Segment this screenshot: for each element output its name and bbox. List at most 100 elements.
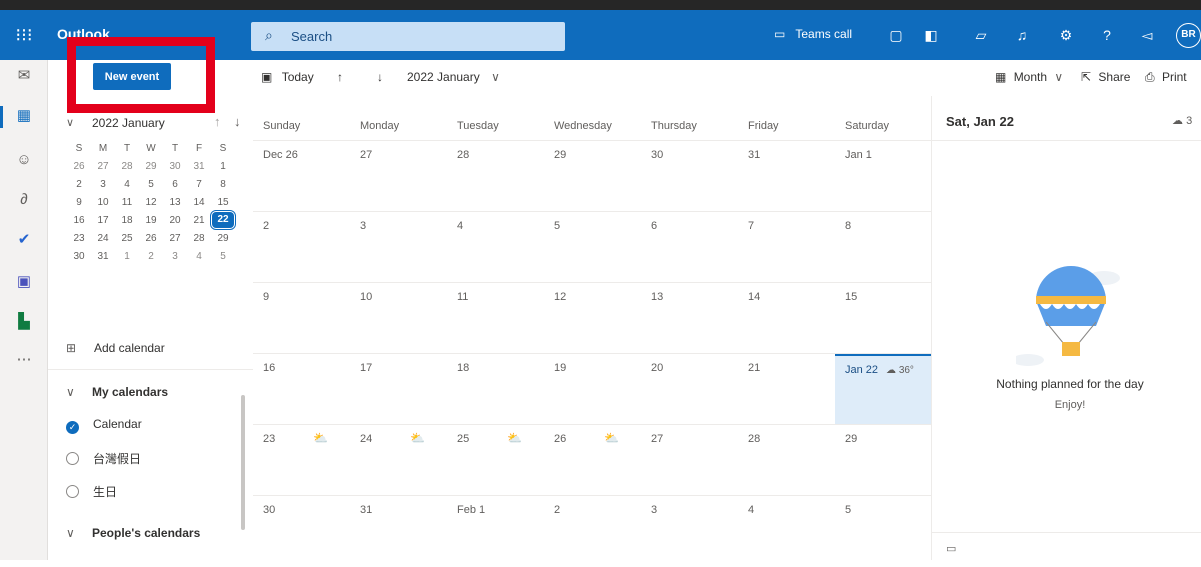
day-cell[interactable]: 18 — [447, 354, 544, 425]
mini-day[interactable]: 30 — [68, 251, 90, 262]
avatar[interactable]: BR — [1176, 23, 1201, 48]
calendar-item-birthdays[interactable]: 生日 — [66, 483, 117, 500]
mini-day[interactable]: 21 — [188, 215, 210, 226]
calendar-item-calendar[interactable]: ✓ Calendar — [66, 417, 142, 434]
teams-call-button[interactable]: ▭ Teams call — [774, 27, 852, 41]
mini-day[interactable]: 18 — [116, 215, 138, 226]
mini-day[interactable]: 16 — [68, 215, 90, 226]
day-cell[interactable]: 5 — [835, 496, 932, 567]
day-cell[interactable]: 15 — [835, 283, 932, 354]
share-button[interactable]: ⇱ Share — [1081, 70, 1130, 84]
day-cell[interactable]: 14 — [738, 283, 835, 354]
my-calendars-header[interactable]: ∨ My calendars — [66, 385, 168, 399]
arrow-down-icon[interactable]: ↓ — [234, 114, 241, 129]
mini-day[interactable]: 24 — [92, 233, 114, 244]
mini-day[interactable]: 17 — [92, 215, 114, 226]
gear-icon[interactable]: ⚙ — [1056, 25, 1076, 45]
day-cell[interactable]: Feb 1 — [447, 496, 544, 567]
day-cell[interactable]: 13 — [641, 283, 738, 354]
day-cell[interactable]: 7 — [738, 212, 835, 283]
mini-calendar-title[interactable]: 2022 January — [92, 116, 165, 130]
attachment-icon[interactable]: ∂ — [14, 190, 34, 210]
day-cell[interactable]: 11 — [447, 283, 544, 354]
mini-day[interactable]: 12 — [140, 197, 162, 208]
day-cell[interactable]: 19 — [544, 354, 641, 425]
calendar-icon[interactable]: ▦ — [14, 106, 34, 126]
mini-day[interactable]: 5 — [212, 251, 234, 262]
mini-day[interactable]: 11 — [116, 197, 138, 208]
mini-day[interactable]: 15 — [212, 197, 234, 208]
day-cell[interactable]: 23 ⛅ — [253, 425, 350, 496]
chevron-down-icon[interactable]: ∨ — [66, 116, 74, 129]
chat-icon[interactable]: ▢ — [886, 25, 906, 45]
more-apps-icon[interactable]: ⋯ — [14, 350, 34, 370]
mini-day[interactable]: 10 — [92, 197, 114, 208]
day-cell[interactable]: 2 — [544, 496, 641, 567]
mini-day[interactable]: 9 — [68, 197, 90, 208]
add-calendar-link[interactable]: ⊞ Add calendar — [66, 341, 165, 355]
peoples-calendars-header[interactable]: ∨ People's calendars — [66, 526, 200, 540]
day-cell[interactable]: 21 — [738, 354, 835, 425]
day-cell[interactable]: 20 — [641, 354, 738, 425]
mini-day[interactable]: 5 — [140, 179, 162, 190]
day-cell[interactable]: 29 — [835, 425, 932, 496]
mini-day[interactable]: 27 — [92, 161, 114, 172]
calendar-item-holidays[interactable]: 台灣假日 — [66, 450, 141, 467]
onenote-icon[interactable]: ◧ — [921, 25, 941, 45]
next-arrow-icon[interactable]: ↓ — [377, 70, 383, 84]
day-cell[interactable]: 9 — [253, 283, 350, 354]
mini-day[interactable]: 4 — [116, 179, 138, 190]
search-box[interactable]: ⌕ Search — [251, 22, 565, 51]
mini-day[interactable]: 20 — [164, 215, 186, 226]
day-cell[interactable]: Jan 22 ☁ 36° — [835, 354, 932, 425]
mini-day[interactable]: 26 — [140, 233, 162, 244]
day-cell[interactable]: 4 — [447, 212, 544, 283]
day-cell[interactable]: 4 — [738, 496, 835, 567]
day-cell[interactable]: 3 — [350, 212, 447, 283]
day-cell[interactable]: 5 — [544, 212, 641, 283]
mini-day[interactable]: 23 — [68, 233, 90, 244]
day-cell[interactable]: 28 — [738, 425, 835, 496]
mini-day[interactable]: 29 — [212, 233, 234, 244]
mini-day[interactable]: 4 — [188, 251, 210, 262]
day-cell[interactable]: 17 — [350, 354, 447, 425]
month-picker[interactable]: 2022 January ∨ — [407, 70, 500, 84]
day-cell[interactable]: Dec 26 — [253, 141, 350, 212]
day-cell[interactable]: 27 — [350, 141, 447, 212]
bookings-icon[interactable]: ▙ — [14, 312, 34, 332]
app-launcher-icon[interactable]: ⁝⁝⁝ — [14, 25, 34, 45]
mini-day[interactable]: 25 — [116, 233, 138, 244]
help-icon[interactable]: ? — [1097, 25, 1117, 45]
day-cell[interactable]: 28 — [447, 141, 544, 212]
mini-day[interactable]: 29 — [140, 161, 162, 172]
day-cell[interactable]: 30 — [253, 496, 350, 567]
day-cell[interactable]: Jan 1 — [835, 141, 932, 212]
mini-day[interactable]: 30 — [164, 161, 186, 172]
mini-day[interactable]: 28 — [188, 233, 210, 244]
mini-day[interactable]: 31 — [92, 251, 114, 262]
mini-day[interactable]: 2 — [68, 179, 90, 190]
mini-day[interactable]: 3 — [92, 179, 114, 190]
day-cell[interactable]: 30 — [641, 141, 738, 212]
day-cell[interactable]: 2 — [253, 212, 350, 283]
mail-icon[interactable]: ✉ — [14, 66, 34, 86]
mini-day[interactable]: 27 — [164, 233, 186, 244]
mini-day[interactable]: 26 — [68, 161, 90, 172]
day-cell[interactable]: 27 — [641, 425, 738, 496]
teams-icon[interactable]: ▣ — [14, 272, 34, 292]
print-button[interactable]: ⎙ Print — [1145, 70, 1187, 85]
mini-day[interactable]: 3 — [164, 251, 186, 262]
mini-day[interactable]: 22 — [210, 210, 236, 230]
mini-day[interactable]: 19 — [140, 215, 162, 226]
day-cell[interactable]: 12 — [544, 283, 641, 354]
mini-day[interactable]: 1 — [212, 161, 234, 172]
mini-day[interactable]: 13 — [164, 197, 186, 208]
day-cell[interactable]: 3 — [641, 496, 738, 567]
day-cell[interactable]: 29 — [544, 141, 641, 212]
arrow-up-icon[interactable]: ↑ — [214, 114, 221, 129]
mini-day[interactable]: 1 — [116, 251, 138, 262]
mini-day[interactable]: 31 — [188, 161, 210, 172]
day-cell[interactable]: 24 ⛅ — [350, 425, 447, 496]
day-cell[interactable]: 31 — [738, 141, 835, 212]
day-cell[interactable]: 8 — [835, 212, 932, 283]
